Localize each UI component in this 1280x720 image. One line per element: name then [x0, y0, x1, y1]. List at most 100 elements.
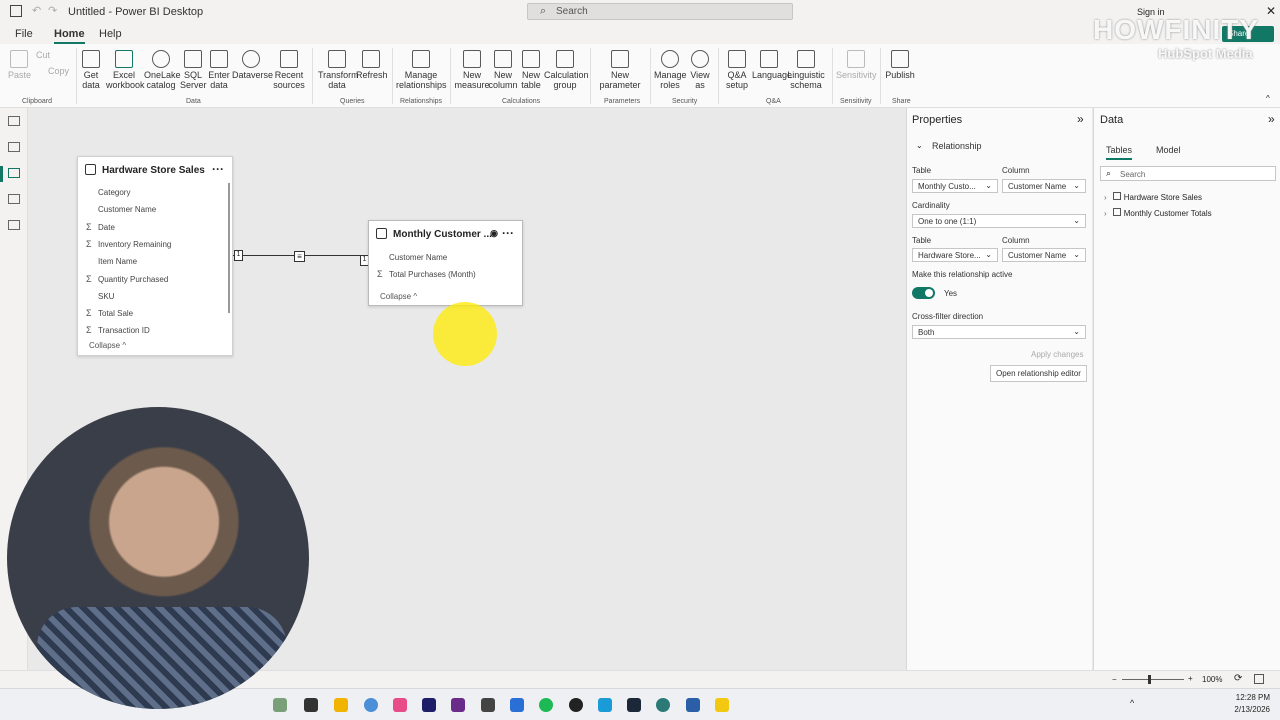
search-box[interactable]: ⌕ Search: [527, 3, 793, 20]
taskbar-app-icon[interactable]: [598, 698, 612, 712]
field-item[interactable]: Quantity Purchased: [98, 275, 168, 284]
zoom-out-icon[interactable]: −: [1112, 675, 1117, 684]
recent-sources-button[interactable]: Recent sources: [270, 50, 308, 90]
field-item[interactable]: Transaction ID: [98, 326, 150, 335]
tmdl-view-icon[interactable]: [8, 220, 20, 230]
calculation-group-button[interactable]: Calculation group: [544, 50, 589, 90]
apply-changes-button[interactable]: Apply changes: [1031, 350, 1083, 359]
refresh-button[interactable]: Refresh: [356, 50, 388, 80]
cardinality-dropdown[interactable]: One to one (1:1) ⌄: [912, 214, 1086, 228]
taskbar-app-icon[interactable]: [510, 698, 524, 712]
collapse-button[interactable]: Collapse ^: [89, 341, 126, 350]
model-view-icon[interactable]: [8, 168, 20, 178]
fit-page-icon[interactable]: [1254, 674, 1264, 684]
data-search-input[interactable]: ⌕ Search: [1100, 166, 1276, 181]
visibility-eye-icon[interactable]: ◉: [490, 228, 498, 239]
menu-home[interactable]: Home: [54, 28, 85, 44]
collapse-pane-icon[interactable]: »: [1077, 112, 1084, 126]
taskbar-app-icon[interactable]: [304, 698, 318, 712]
excel-workbook-button[interactable]: Excel workbook: [106, 50, 145, 90]
field-item[interactable]: Customer Name: [98, 205, 156, 214]
field-item[interactable]: Customer Name: [389, 253, 447, 262]
taskbar-app-icon[interactable]: [393, 698, 407, 712]
language-button[interactable]: Language: [752, 50, 792, 80]
manage-roles-button[interactable]: Manage roles: [654, 50, 687, 90]
tray-chevron-icon[interactable]: ^: [1130, 698, 1134, 708]
new-table-button[interactable]: New table: [518, 50, 544, 90]
dax-query-view-icon[interactable]: [8, 194, 20, 204]
fit-to-screen-icon[interactable]: ⟳: [1234, 673, 1242, 684]
data-table-item[interactable]: › Monthly Customer Totals: [1104, 207, 1212, 219]
publish-button[interactable]: Publish: [884, 50, 916, 80]
table-card-header[interactable]: Monthly Customer ... ◉ ···: [369, 221, 522, 247]
new-measure-button[interactable]: New measure: [454, 50, 490, 90]
zoom-slider[interactable]: [1122, 679, 1184, 680]
collapse-pane-icon[interactable]: »: [1268, 112, 1275, 126]
file-explorer-icon[interactable]: [334, 698, 348, 712]
zoom-in-icon[interactable]: +: [1188, 674, 1193, 683]
slack-icon[interactable]: [451, 698, 465, 712]
save-icon[interactable]: [10, 5, 22, 17]
field-item[interactable]: Date: [98, 223, 115, 232]
table-card-hardware-store-sales[interactable]: Hardware Store Sales ··· Category Custome…: [77, 156, 233, 356]
field-item[interactable]: Item Name: [98, 257, 137, 266]
crossfilter-dropdown[interactable]: Both ⌄: [912, 325, 1086, 339]
undo-icon[interactable]: ↶: [32, 4, 41, 17]
table2-dropdown[interactable]: Hardware Store... ⌄: [912, 248, 998, 262]
steam-icon[interactable]: [627, 698, 641, 712]
chevron-down-icon[interactable]: ⌄: [916, 141, 923, 150]
tab-model[interactable]: Model: [1156, 145, 1181, 155]
table-card-monthly-customer-totals[interactable]: Monthly Customer ... ◉ ··· Customer Name…: [368, 220, 523, 306]
spotify-icon[interactable]: [539, 698, 553, 712]
sql-server-button[interactable]: SQL Server: [180, 50, 207, 90]
collapse-ribbon-icon[interactable]: ^: [1266, 94, 1270, 103]
more-options-icon[interactable]: ···: [212, 162, 224, 176]
taskbar-app-icon[interactable]: [569, 698, 583, 712]
relationship-section[interactable]: Relationship: [932, 141, 982, 151]
table-card-header[interactable]: Hardware Store Sales ···: [78, 157, 232, 183]
clock-date[interactable]: 2/13/2026: [1228, 705, 1270, 714]
open-relationship-editor-button[interactable]: Open relationship editor: [990, 365, 1087, 382]
tab-tables[interactable]: Tables: [1106, 145, 1133, 160]
onelake-catalog-button[interactable]: OneLake catalog: [144, 50, 181, 90]
column2-dropdown[interactable]: Customer Name ⌄: [1002, 248, 1086, 262]
view-as-button[interactable]: View as: [688, 50, 712, 90]
chevron-right-icon[interactable]: ›: [1104, 193, 1107, 202]
zoom-slider-thumb[interactable]: [1148, 675, 1151, 684]
data-table-item[interactable]: › Hardware Store Sales: [1104, 191, 1202, 203]
sensitivity-button[interactable]: Sensitivity: [836, 50, 877, 80]
copy-button[interactable]: Copy: [48, 66, 69, 76]
menu-help[interactable]: Help: [99, 28, 122, 40]
power-bi-icon[interactable]: [715, 698, 729, 712]
manage-relationships-button[interactable]: Manage relationships: [396, 50, 447, 90]
close-window-icon[interactable]: ✕: [1266, 4, 1276, 18]
field-item[interactable]: Total Purchases (Month): [389, 270, 476, 279]
new-column-button[interactable]: New column: [488, 50, 518, 90]
report-view-icon[interactable]: [8, 116, 20, 126]
scrollbar[interactable]: [228, 183, 230, 313]
table-view-icon[interactable]: [8, 142, 20, 152]
redo-icon[interactable]: ↷: [48, 4, 57, 17]
paste-button[interactable]: Paste: [8, 50, 31, 80]
menu-file[interactable]: File: [15, 28, 33, 40]
more-options-icon[interactable]: ···: [502, 226, 514, 240]
get-data-button[interactable]: Get data: [78, 50, 104, 90]
active-toggle[interactable]: [912, 287, 935, 299]
taskbar-app-icon[interactable]: [481, 698, 495, 712]
field-item[interactable]: Category: [98, 188, 130, 197]
chevron-right-icon[interactable]: ›: [1104, 209, 1107, 218]
enter-data-button[interactable]: Enter data: [206, 50, 232, 90]
new-parameter-button[interactable]: New parameter: [596, 50, 644, 90]
taskbar-app-icon[interactable]: [686, 698, 700, 712]
table1-dropdown[interactable]: Monthly Custo... ⌄: [912, 179, 998, 193]
transform-data-button[interactable]: Transform data: [318, 50, 359, 90]
linguistic-schema-button[interactable]: Linguistic schema: [786, 50, 826, 90]
column1-dropdown[interactable]: Customer Name ⌄: [1002, 179, 1086, 193]
chrome-icon[interactable]: [364, 698, 378, 712]
dataverse-button[interactable]: Dataverse: [232, 50, 273, 80]
cut-button[interactable]: Cut: [36, 50, 50, 60]
clock-time[interactable]: 12:28 PM: [1228, 693, 1270, 702]
field-item[interactable]: Inventory Remaining: [98, 240, 171, 249]
collapse-button[interactable]: Collapse ^: [380, 292, 417, 301]
qa-setup-button[interactable]: Q&A setup: [722, 50, 752, 90]
